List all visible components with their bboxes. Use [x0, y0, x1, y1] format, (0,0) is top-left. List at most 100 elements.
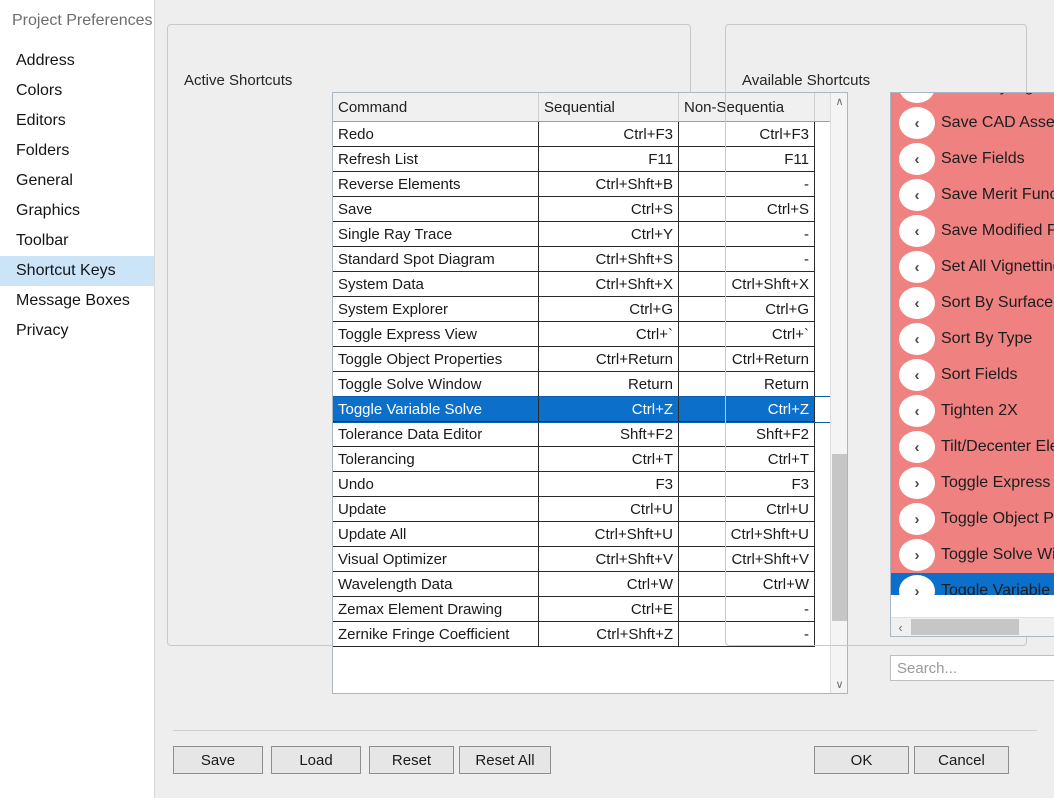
list-item[interactable]: ‹ Save Fields	[891, 141, 1054, 177]
list-item[interactable]: ‹ Save CAD Assembly/Part	[891, 105, 1054, 141]
sidebar-item-general[interactable]: General	[0, 166, 154, 196]
column-header-command[interactable]: Command	[333, 93, 539, 121]
sidebar-item-label: Folders	[16, 142, 70, 159]
ok-button[interactable]: OK	[814, 746, 909, 774]
chevron-right-icon[interactable]: ›	[899, 575, 935, 595]
cell-command: Standard Spot Diagram	[333, 247, 539, 272]
cell-command: Tolerance Data Editor	[333, 422, 539, 447]
chevron-right-icon[interactable]: ›	[899, 503, 935, 535]
list-item-label: Roadway Lighting Wizard	[941, 93, 1054, 96]
cell-sequential: Ctrl+E	[539, 597, 679, 622]
chevron-left-icon[interactable]: ‹	[899, 431, 935, 463]
chevron-left-icon[interactable]: ‹	[899, 323, 935, 355]
chevron-left-icon[interactable]: ‹	[899, 287, 935, 319]
cell-sequential: Ctrl+Shft+B	[539, 172, 679, 197]
sidebar-item-editors[interactable]: Editors	[0, 106, 154, 136]
sidebar-item-colors[interactable]: Colors	[0, 76, 154, 106]
cell-command: Wavelength Data	[333, 572, 539, 597]
list-item-label: Toggle Variable Solve	[941, 582, 1054, 595]
sidebar-item-toolbar[interactable]: Toolbar	[0, 226, 154, 256]
list-item[interactable]: ‹ Tighten 2X	[891, 393, 1054, 429]
cell-sequential: Ctrl+T	[539, 447, 679, 472]
sidebar-item-label: Address	[16, 52, 75, 69]
list-item[interactable]: ‹ Save Modified Part	[891, 213, 1054, 249]
search-input[interactable]	[890, 655, 1054, 681]
hscrollbar-thumb[interactable]	[911, 619, 1019, 635]
cell-sequential: Ctrl+Shft+U	[539, 522, 679, 547]
list-item-label: Save Merit Function	[941, 186, 1054, 203]
chevron-left-icon[interactable]: ‹	[899, 179, 935, 211]
chevron-left-icon[interactable]: ‹	[899, 359, 935, 391]
available-shortcuts-items: ‹ Roadway Lighting Wizard ‹ Save CAD Assemb…	[891, 93, 1054, 595]
sidebar-item-label: Graphics	[16, 202, 81, 219]
list-item[interactable]: ‹ Save Merit Function	[891, 177, 1054, 213]
column-header-sequential[interactable]: Sequential	[539, 93, 679, 121]
cell-command: Visual Optimizer	[333, 547, 539, 572]
scroll-left-icon[interactable]: ‹	[891, 618, 910, 636]
list-item[interactable]: › Toggle Object Properties	[891, 501, 1054, 537]
cell-command: System Explorer	[333, 297, 539, 322]
sidebar-item-label: Privacy	[16, 322, 69, 339]
cell-command: Undo	[333, 472, 539, 497]
list-item-label: Sort By Type	[941, 330, 1033, 347]
list-item[interactable]: ‹ Set All Vignetting	[891, 249, 1054, 285]
chevron-right-icon[interactable]: ›	[899, 539, 935, 571]
list-item[interactable]: ‹ Tilt/Decenter Elements	[891, 429, 1054, 465]
chevron-left-icon[interactable]: ‹	[899, 395, 935, 427]
cell-command: Toggle Variable Solve	[333, 397, 539, 422]
sidebar-item-address[interactable]: Address	[0, 46, 154, 76]
list-item-label: Sort Fields	[941, 366, 1018, 383]
list-item[interactable]: ‹ Sort Fields	[891, 357, 1054, 393]
cell-sequential: Ctrl+Shft+V	[539, 547, 679, 572]
cell-sequential: Shft+F2	[539, 422, 679, 447]
cell-command: System Data	[333, 272, 539, 297]
cell-sequential: Ctrl+Shft+Z	[539, 622, 679, 647]
reset-all-button[interactable]: Reset All	[459, 746, 551, 774]
cell-command: Toggle Express View	[333, 322, 539, 347]
list-item[interactable]: › Toggle Variable Solve	[891, 573, 1054, 595]
sidebar-item-label: Colors	[16, 82, 63, 99]
cell-sequential: Ctrl+`	[539, 322, 679, 347]
cell-sequential: Ctrl+F3	[539, 122, 679, 147]
chevron-right-icon[interactable]: ›	[899, 467, 935, 499]
chevron-left-icon[interactable]: ‹	[899, 93, 935, 103]
cell-command: Toggle Object Properties	[333, 347, 539, 372]
sidebar-item-shortcut-keys[interactable]: Shortcut Keys	[0, 256, 154, 286]
list-item-label: Set All Vignetting	[941, 258, 1054, 275]
cell-sequential: F11	[539, 147, 679, 172]
chevron-left-icon[interactable]: ‹	[899, 107, 935, 139]
list-item-label: Save Modified Part	[941, 222, 1054, 239]
list-item[interactable]: ‹ Sort By Surface	[891, 285, 1054, 321]
cancel-button[interactable]: Cancel	[914, 746, 1009, 774]
chevron-left-icon[interactable]: ‹	[899, 143, 935, 175]
save-button[interactable]: Save	[173, 746, 263, 774]
sidebar-item-privacy[interactable]: Privacy	[0, 316, 154, 346]
list-item[interactable]: ‹ Roadway Lighting Wizard	[891, 93, 1054, 105]
list-item-label: Tilt/Decenter Elements	[941, 438, 1054, 455]
sidebar-item-label: General	[16, 172, 73, 189]
sidebar-item-label: Shortcut Keys	[16, 262, 116, 279]
reset-button[interactable]: Reset	[369, 746, 454, 774]
sidebar: Project Preferences Address Colors Editors…	[0, 0, 155, 798]
chevron-left-icon[interactable]: ‹	[899, 215, 935, 247]
cell-command: Tolerancing	[333, 447, 539, 472]
preferences-dialog: Project Preferences Address Colors Editors…	[0, 0, 1054, 798]
available-shortcuts-list[interactable]: ‹ Roadway Lighting Wizard ‹ Save CAD Assemb…	[890, 92, 1054, 637]
scroll-down-icon[interactable]: ∨	[831, 676, 847, 693]
available-list-horizontal-scrollbar[interactable]: ‹ ›	[891, 617, 1054, 636]
list-item-label: Save CAD Assembly/Part	[941, 114, 1054, 131]
list-item[interactable]: ‹ Sort By Type	[891, 321, 1054, 357]
cell-sequential: Ctrl+G	[539, 297, 679, 322]
cell-sequential: Return	[539, 372, 679, 397]
sidebar-item-graphics[interactable]: Graphics	[0, 196, 154, 226]
sidebar-item-message-boxes[interactable]: Message Boxes	[0, 286, 154, 316]
list-item[interactable]: › Toggle Solve Window	[891, 537, 1054, 573]
chevron-left-icon[interactable]: ‹	[899, 251, 935, 283]
list-item[interactable]: › Toggle Express View	[891, 465, 1054, 501]
load-button[interactable]: Load	[271, 746, 361, 774]
list-item-label: Toggle Express View	[941, 474, 1054, 491]
cell-command: Refresh List	[333, 147, 539, 172]
cell-sequential: Ctrl+Shft+S	[539, 247, 679, 272]
sidebar-item-folders[interactable]: Folders	[0, 136, 154, 166]
cell-command: Reverse Elements	[333, 172, 539, 197]
